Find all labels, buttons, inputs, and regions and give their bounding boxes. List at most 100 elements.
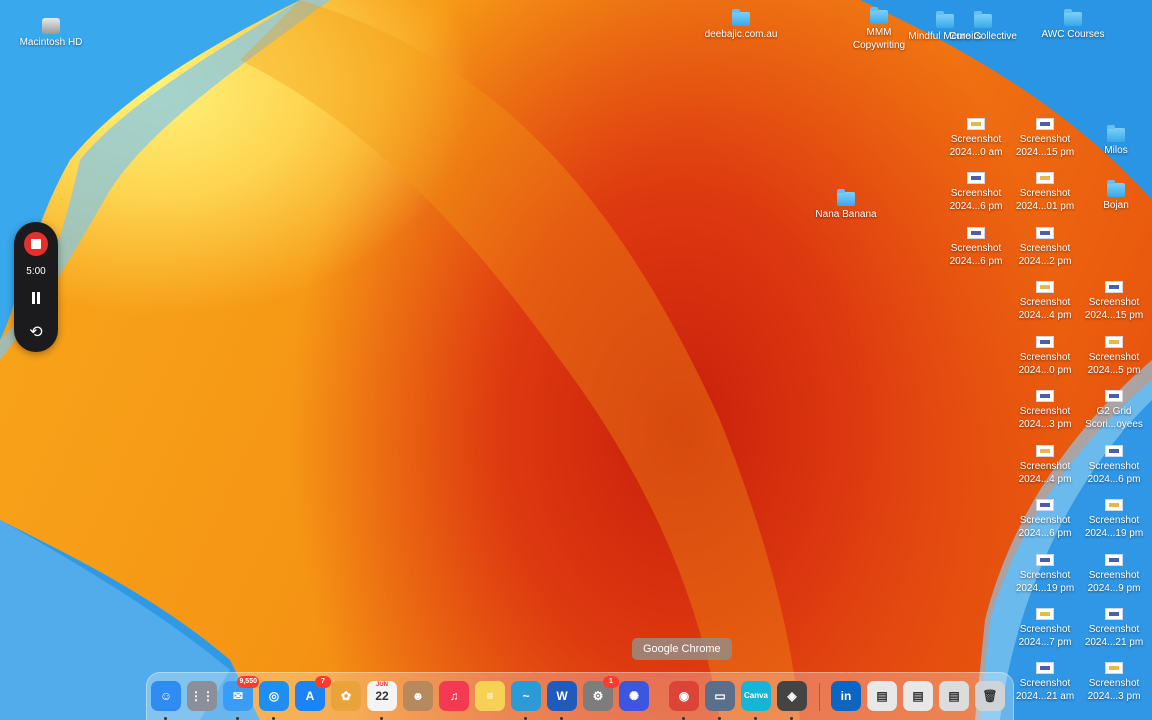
calendar-month: JUN: [375, 682, 388, 688]
screenshot-file-icon: [1036, 554, 1054, 566]
desktop-item-label: Screenshot 2024...5 pm: [1087, 352, 1141, 376]
desktop-item-label: Nana Banana: [815, 209, 877, 220]
folder-icon: [837, 189, 855, 206]
desktop-item-s21[interactable]: Screenshot 2024...3 pm: [1075, 662, 1152, 703]
desktop-item-s17[interactable]: Screenshot 2024...9 pm: [1075, 554, 1152, 595]
desktop-item-label: Screenshot 2024...21 pm: [1084, 624, 1144, 648]
dock-system-settings-icon[interactable]: ⚙ 1: [583, 676, 619, 711]
desktop-item-label: Milos: [1104, 145, 1128, 156]
desktop-item-s8[interactable]: Screenshot 2024...15 pm: [1075, 281, 1152, 322]
desktop-item-label: Screenshot 2024...6 pm: [949, 188, 1003, 212]
dock-icon-glyph: ▭: [714, 689, 726, 703]
dock-preview-icon[interactable]: ▭: [705, 681, 735, 720]
screenshot-file-icon: [1036, 172, 1054, 184]
dock-icon-glyph: ♫: [449, 689, 459, 703]
dock-recent-doc-3-icon[interactable]: ▤: [939, 681, 969, 711]
dock-chatgpt-icon[interactable]: ◈: [777, 681, 807, 720]
dock-word-icon[interactable]: W: [547, 681, 577, 720]
desktop-item-s4[interactable]: Screenshot 2024...01 pm: [1006, 172, 1084, 213]
folder-icon: [1064, 9, 1082, 26]
dock-recent-doc-2-icon[interactable]: ▤: [903, 681, 933, 711]
dock-safari-icon[interactable]: ◎: [259, 681, 289, 720]
dock-calendar-icon[interactable]: 22 JUN: [367, 681, 397, 720]
desktop-item-s13[interactable]: Screenshot 2024...6 pm: [1075, 445, 1152, 486]
dock-recent-doc-1-icon[interactable]: ▤: [867, 681, 897, 711]
dock-icon-glyph: ≡: [486, 689, 494, 703]
dock-linkedin-icon[interactable]: in: [831, 681, 861, 711]
dock-notes-icon[interactable]: ≡: [475, 681, 505, 711]
desktop-item-label: Screenshot 2024...19 pm: [1015, 570, 1075, 594]
dock-photos-icon[interactable]: ✿: [331, 681, 361, 711]
dock-tooltip: Google Chrome: [632, 638, 732, 660]
desktop-item-s15[interactable]: Screenshot 2024...19 pm: [1075, 499, 1152, 540]
desktop-item-label: Screenshot 2024...21 am: [1015, 678, 1075, 702]
dock-canva-icon[interactable]: Canva: [741, 681, 771, 720]
desktop-item-cure[interactable]: Cure Collective: [944, 11, 1022, 44]
desktop-item-s9[interactable]: Screenshot 2024...0 pm: [1006, 336, 1084, 377]
desktop-item-label: Bojan: [1103, 200, 1129, 211]
wallpaper: [0, 0, 1152, 720]
dock-music-icon[interactable]: ♫: [439, 681, 469, 711]
dock-mail-icon[interactable]: ✉ 9,550: [223, 676, 259, 720]
dock-perplexity-icon[interactable]: ✺: [619, 681, 649, 711]
dock-freeform-icon[interactable]: ~: [511, 681, 541, 720]
desktop-item-s11[interactable]: Screenshot 2024...3 pm: [1006, 390, 1084, 431]
dock-icon-glyph: Canva: [743, 691, 768, 700]
folder-icon: [1107, 125, 1125, 142]
dock-trash-icon[interactable]: 🗑: [975, 681, 1005, 711]
screenshot-file-icon: [1036, 608, 1054, 620]
screenshot-file-icon: [1036, 499, 1054, 511]
desktop-item-awc[interactable]: AWC Courses: [1034, 9, 1112, 42]
desktop-item-g2[interactable]: G2 Grid Scori...oyees: [1075, 390, 1152, 431]
desktop-item-s14[interactable]: Screenshot 2024...6 pm: [1006, 499, 1084, 540]
dock-contacts-icon[interactable]: ☻: [403, 681, 433, 711]
desktop-item-label: Screenshot 2024...0 pm: [1018, 352, 1072, 376]
desktop-item-nana[interactable]: Nana Banana: [807, 189, 885, 222]
screenshot-file-icon: [1036, 390, 1054, 402]
desktop-item-s12[interactable]: Screenshot 2024...4 pm: [1006, 445, 1084, 486]
desktop-item-s5[interactable]: Screenshot 2024...6 pm: [937, 227, 1015, 268]
dock-icon-glyph: ⚙: [592, 689, 604, 703]
desktop-item-s7[interactable]: Screenshot 2024...4 pm: [1006, 281, 1084, 322]
desktop-item-s20[interactable]: Screenshot 2024...21 am: [1006, 662, 1084, 703]
desktop-item-label: Screenshot 2024...4 pm: [1018, 297, 1072, 321]
dock-separator: [819, 683, 820, 711]
desktop-item-s3[interactable]: Screenshot 2024...6 pm: [937, 172, 1015, 213]
recording-timer: 5:00: [26, 266, 46, 277]
desktop-item-label: Screenshot 2024...15 pm: [1084, 297, 1144, 321]
desktop-item-s10[interactable]: Screenshot 2024...5 pm: [1075, 336, 1152, 377]
desktop-item-s19[interactable]: Screenshot 2024...21 pm: [1075, 608, 1152, 649]
folder-icon: [1107, 180, 1125, 197]
screen-recorder-widget: 5:00 ⟲: [14, 222, 58, 352]
desktop-item-s18[interactable]: Screenshot 2024...7 pm: [1006, 608, 1084, 649]
desktop-item-bojan[interactable]: Bojan: [1077, 180, 1152, 213]
screenshot-file-icon: [1036, 336, 1054, 348]
restart-icon[interactable]: ⟲: [27, 324, 45, 342]
dock-icon-glyph: ~: [522, 689, 530, 703]
desktop-item-label: Screenshot 2024...2 pm: [1018, 243, 1072, 267]
folder-icon: [870, 7, 888, 24]
folder-icon: [974, 11, 992, 28]
desktop-item-macintosh-hd[interactable]: Macintosh HD: [12, 18, 90, 50]
dock-icon-glyph: ✉: [232, 689, 244, 703]
desktop-item-s16[interactable]: Screenshot 2024...19 pm: [1006, 554, 1084, 595]
screenshot-file-icon: [1105, 336, 1123, 348]
dock-icon-glyph: ☺: [159, 689, 173, 703]
desktop-item-s2[interactable]: Screenshot 2024...15 pm: [1006, 118, 1084, 159]
screenshot-file-icon: [1036, 662, 1054, 674]
desktop-item-label: G2 Grid Scori...oyees: [1085, 406, 1143, 430]
pause-icon[interactable]: [31, 292, 41, 304]
dock-chrome-icon[interactable]: ◉: [669, 681, 699, 720]
desktop-item-s1[interactable]: Screenshot 2024...0 am: [937, 118, 1015, 159]
desktop-item-label: Macintosh HD: [19, 37, 83, 48]
dock-app-store-icon[interactable]: A7: [295, 676, 331, 711]
desktop-item-label: Screenshot 2024...6 pm: [1087, 461, 1141, 485]
notification-badge: 1: [603, 676, 619, 688]
desktop-item-s6[interactable]: Screenshot 2024...2 pm: [1006, 227, 1084, 268]
stop-record-icon[interactable]: [24, 232, 48, 256]
dock-launchpad-icon[interactable]: ⋮⋮: [187, 681, 217, 711]
dock-finder-icon[interactable]: ☺: [151, 681, 181, 720]
screenshot-file-icon: [967, 118, 985, 130]
desktop-item-milos[interactable]: Milos: [1077, 125, 1152, 158]
desktop-item-deebajic[interactable]: deebajic.com.au: [702, 9, 780, 42]
